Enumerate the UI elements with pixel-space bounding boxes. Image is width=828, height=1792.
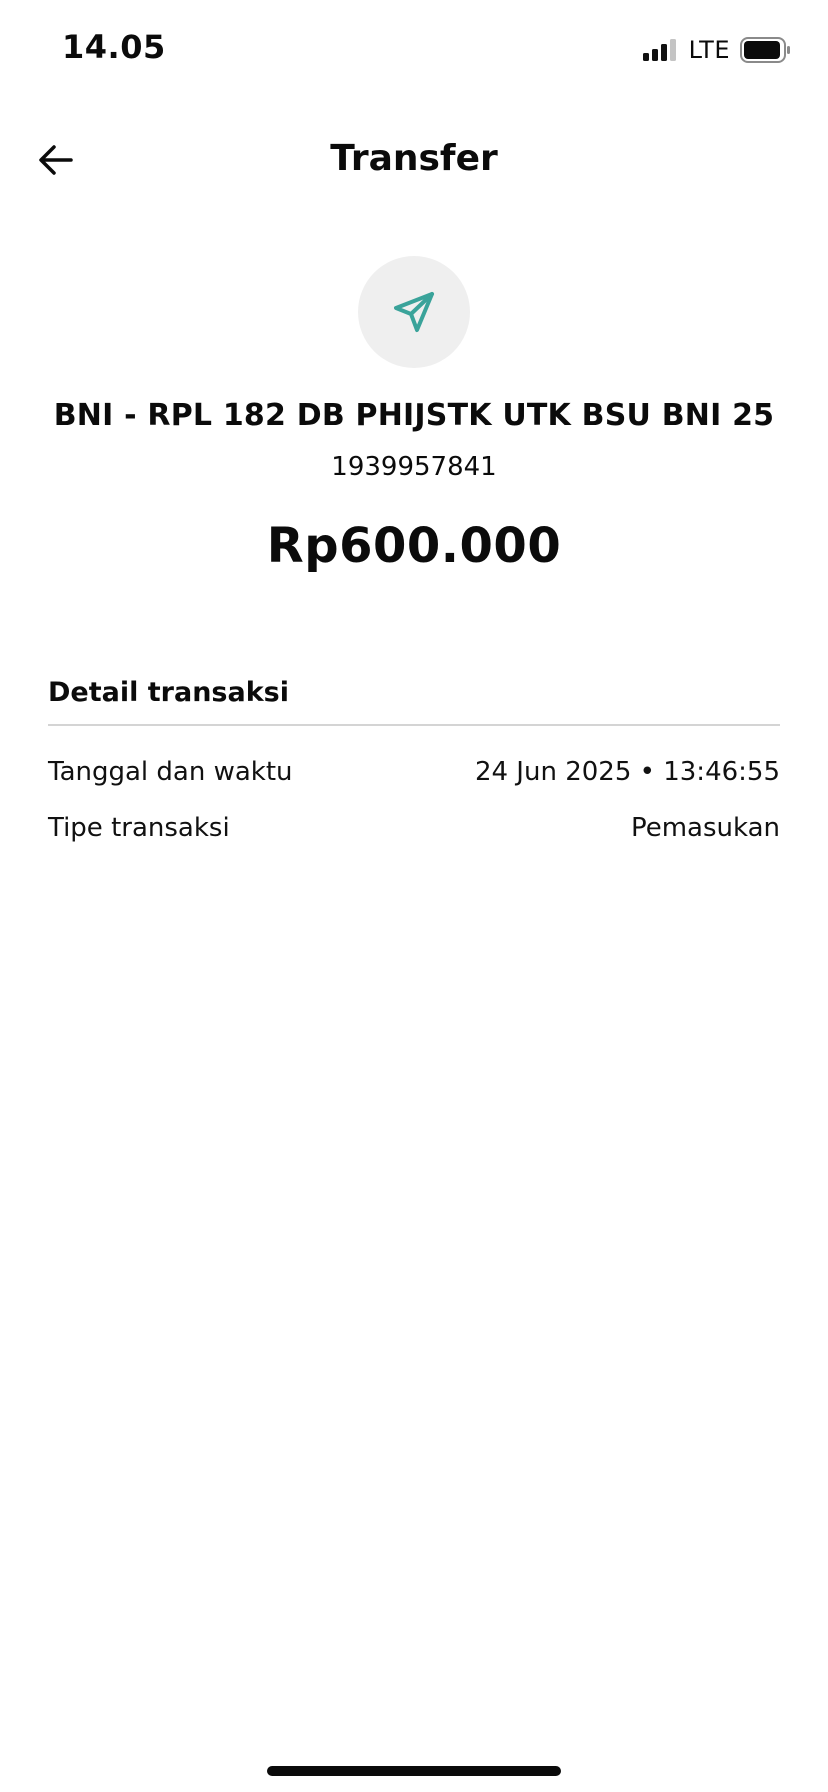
status-indicators: LTE xyxy=(642,36,792,64)
transaction-icon-avatar xyxy=(358,256,470,368)
detail-value: Pemasukan xyxy=(630,813,780,843)
detail-value: 24 Jun 2025 • 13:46:55 xyxy=(474,757,780,787)
transfer-amount: Rp600.000 xyxy=(266,518,562,574)
divider xyxy=(48,724,780,726)
detail-label: Tipe transaksi xyxy=(48,813,230,843)
status-bar: 14.05 LTE xyxy=(0,0,828,100)
detail-label: Tanggal dan waktu xyxy=(48,757,293,787)
network-label: LTE xyxy=(688,36,730,64)
recipient-name: BNI - RPL 182 DB PHIJSTK UTK BSU BNI 25 xyxy=(53,398,775,433)
signal-icon xyxy=(642,39,676,61)
home-indicator[interactable] xyxy=(267,1766,561,1776)
detail-row-date: Tanggal dan waktu 24 Jun 2025 • 13:46:55 xyxy=(48,744,780,800)
battery-icon xyxy=(740,37,790,63)
top-header: Transfer xyxy=(0,120,828,200)
detail-row-type: Tipe transaksi Pemasukan xyxy=(48,800,780,856)
account-number: 1939957841 xyxy=(331,452,497,482)
paper-plane-icon xyxy=(394,292,434,332)
detail-title: Detail transaksi xyxy=(48,677,289,708)
transaction-details: Detail transaksi Tanggal dan waktu 24 Ju… xyxy=(48,672,780,856)
page-title: Transfer xyxy=(330,138,498,179)
status-time: 14.05 xyxy=(62,28,166,66)
